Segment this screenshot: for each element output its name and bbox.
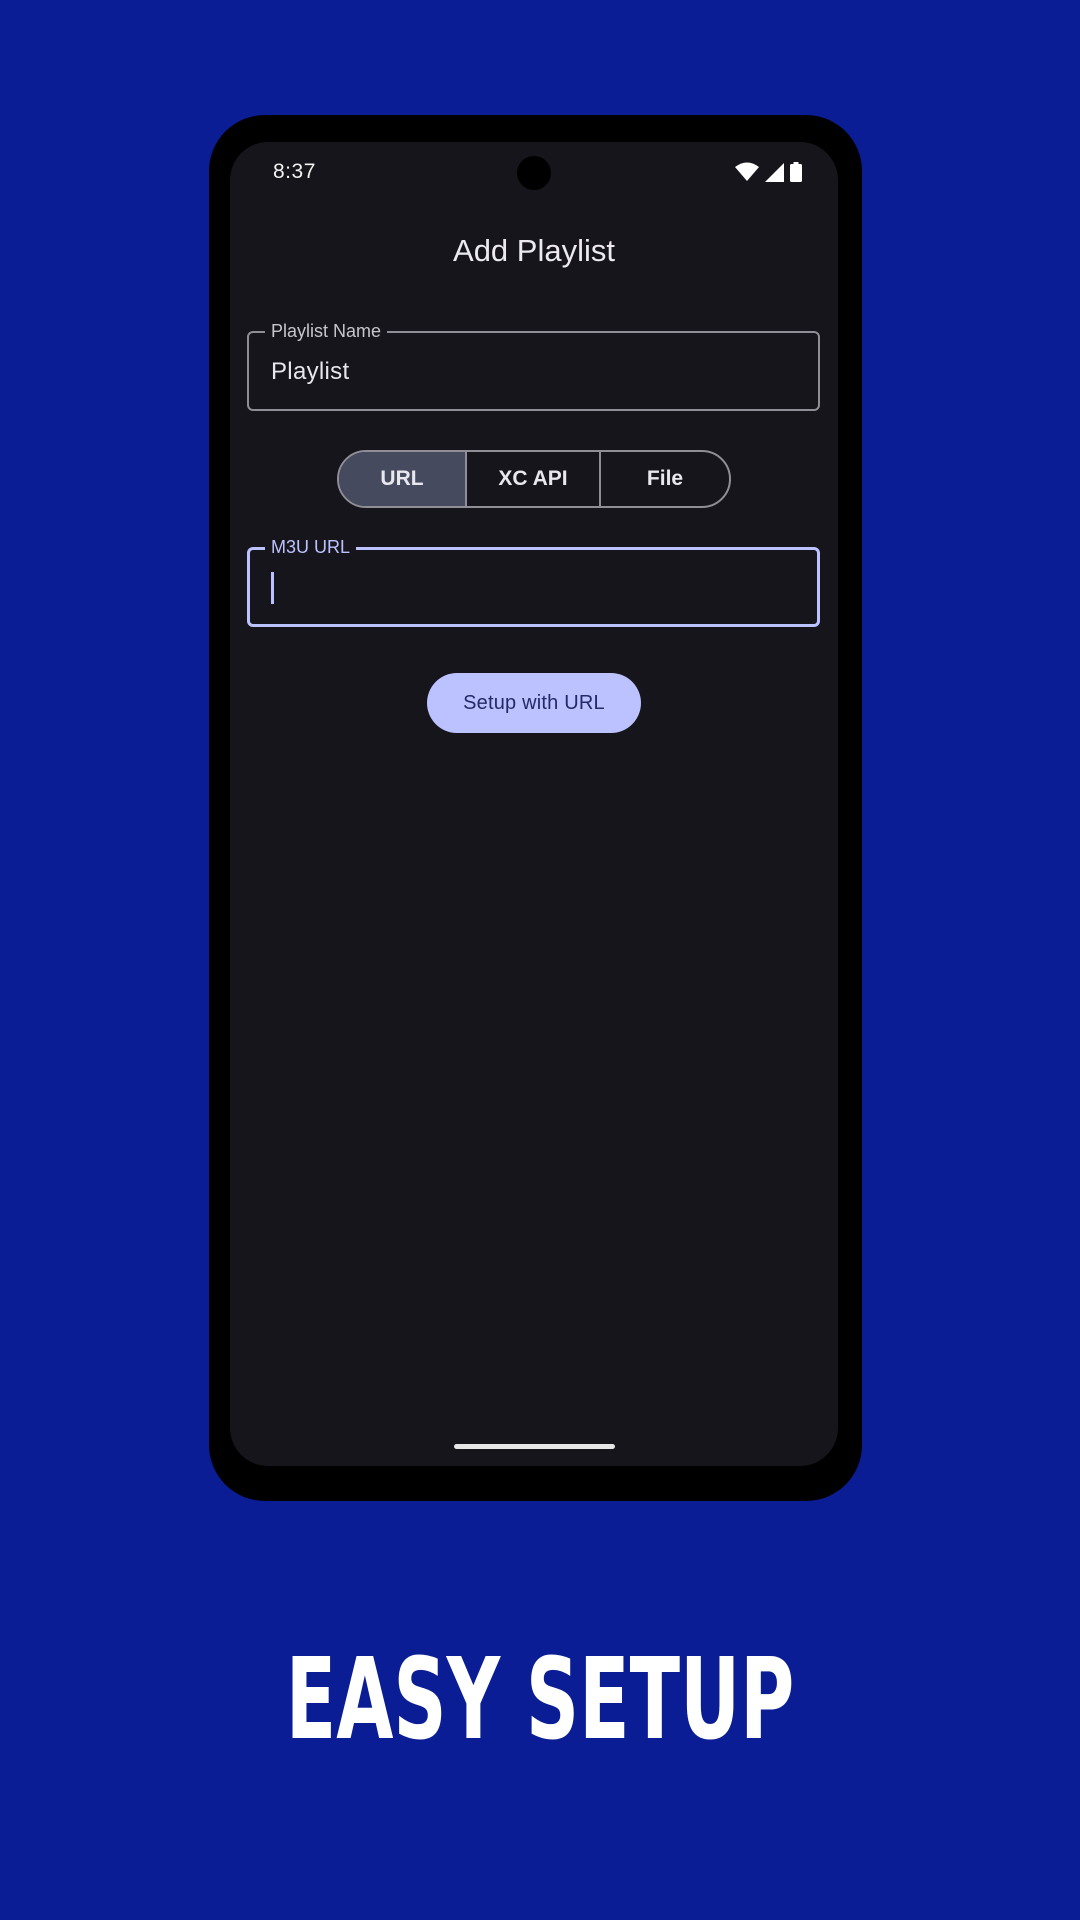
wifi-icon <box>735 162 759 182</box>
setup-with-url-button[interactable]: Setup with URL <box>427 673 641 733</box>
tagline: EASY SETUP <box>285 1635 795 1765</box>
phone-screen: 8:37 Add Playlist Playlist Name Playlist… <box>230 142 838 1466</box>
source-segmented-control: URL XC API File <box>337 450 731 508</box>
page-title: Add Playlist <box>453 233 615 268</box>
cell-signal-icon <box>765 162 784 182</box>
home-indicator[interactable] <box>454 1444 615 1449</box>
tab-file[interactable]: File <box>601 452 729 506</box>
text-cursor <box>271 572 274 604</box>
battery-icon <box>790 162 802 182</box>
playlist-name-label: Playlist Name <box>265 321 388 341</box>
m3u-url-label: M3U URL <box>265 537 357 557</box>
status-time: 8:37 <box>273 160 316 183</box>
status-icons <box>735 162 802 182</box>
camera-cutout <box>517 156 551 190</box>
tab-xc-api[interactable]: XC API <box>467 452 601 506</box>
playlist-name-value: Playlist <box>271 358 350 385</box>
m3u-url-field[interactable]: M3U URL <box>247 537 820 627</box>
tab-url[interactable]: URL <box>339 452 467 506</box>
playlist-name-field[interactable]: Playlist Name Playlist <box>247 321 820 411</box>
